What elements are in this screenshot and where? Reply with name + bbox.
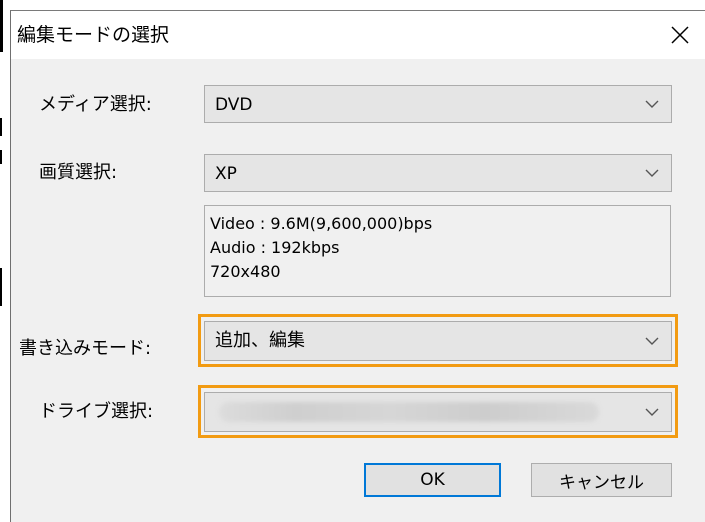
write-mode-select-value: 追加、編集 <box>215 330 305 351</box>
background-window-edge <box>0 0 10 522</box>
quality-info-box: Video : 9.6M(9,600,000)bps Audio : 192kb… <box>204 205 671 297</box>
chevron-down-icon <box>645 169 659 177</box>
title-bar: 編集モードの選択 <box>11 11 705 59</box>
drive-select[interactable] <box>204 392 672 432</box>
info-audio: Audio : 192kbps <box>210 238 340 257</box>
media-select-value: DVD <box>215 95 253 115</box>
write-mode-label: 書き込みモード: <box>19 338 152 359</box>
media-select[interactable]: DVD <box>204 85 672 123</box>
quality-select[interactable]: XP <box>204 154 672 192</box>
edge-mark <box>0 150 2 164</box>
info-resolution: 720x480 <box>210 262 281 281</box>
quality-select-value: XP <box>215 164 237 184</box>
close-button[interactable] <box>655 11 705 59</box>
close-icon <box>671 26 689 44</box>
chevron-down-icon <box>645 337 659 345</box>
chevron-down-icon <box>645 100 659 108</box>
edit-mode-dialog: 編集モードの選択 メディア選択: DVD 画質選択: XP Video : 9.… <box>10 10 705 522</box>
drive-label: ドライブ選択: <box>39 401 154 422</box>
quality-label: 画質選択: <box>39 162 118 183</box>
drive-select-value-redacted <box>219 402 599 422</box>
chevron-down-icon <box>645 408 659 416</box>
dialog-title: 編集モードの選択 <box>17 24 170 46</box>
info-video: Video : 9.6M(9,600,000)bps <box>210 214 433 233</box>
ok-button[interactable]: OK <box>364 463 501 497</box>
media-label: メディア選択: <box>39 94 152 115</box>
cancel-button[interactable]: キャンセル <box>531 463 672 497</box>
edge-mark <box>0 0 3 52</box>
edge-mark <box>0 118 2 136</box>
edge-mark <box>0 268 2 306</box>
write-mode-select[interactable]: 追加、編集 <box>204 321 672 361</box>
